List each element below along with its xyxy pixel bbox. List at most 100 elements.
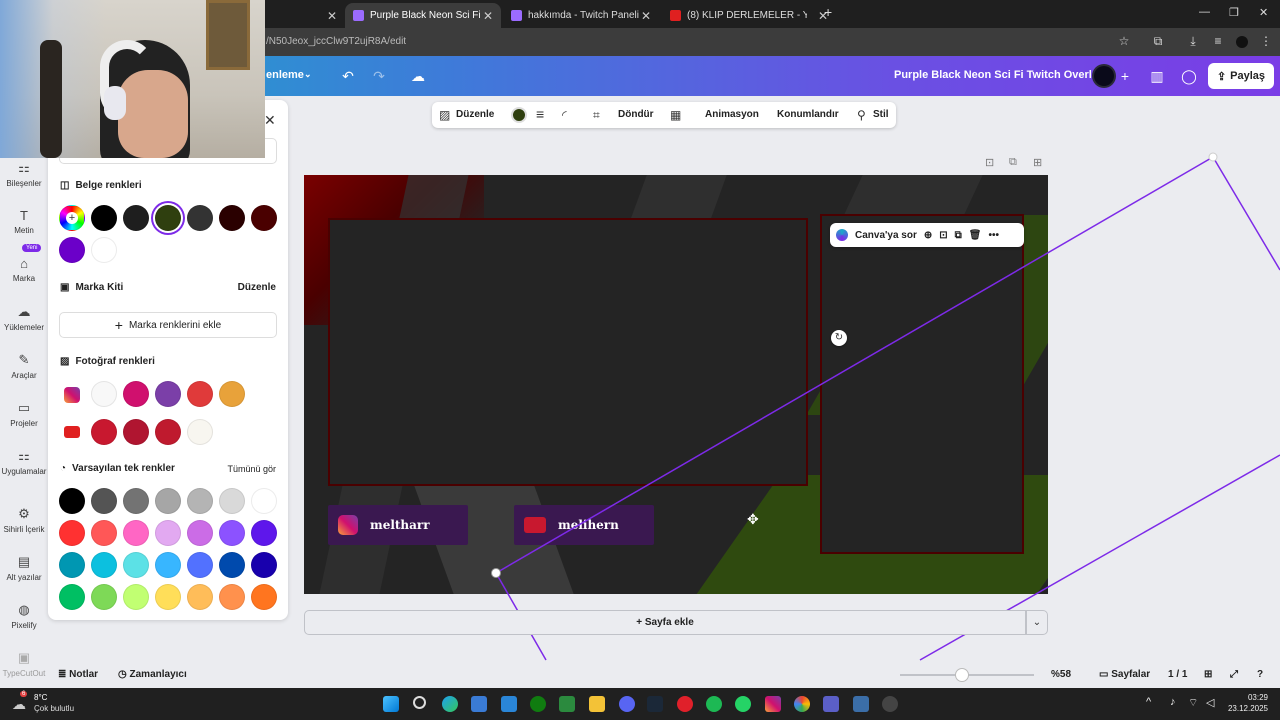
insights-icon[interactable]: ▥ (1148, 67, 1166, 85)
discord-icon[interactable] (619, 696, 635, 712)
rail-pixelify[interactable]: ◍ Pixelify (0, 602, 48, 630)
default-color-swatch[interactable] (59, 488, 85, 514)
add-page-icon[interactable]: ⊞ (1033, 156, 1042, 169)
comment-add-icon[interactable]: ⊕ (924, 230, 932, 241)
chat-frame[interactable] (820, 214, 1024, 554)
xbox-icon[interactable] (530, 696, 546, 712)
clock-date[interactable]: 23.12.2025 (1224, 704, 1268, 713)
new-tab-button[interactable]: + (824, 4, 832, 20)
brand-kit-edit-link[interactable]: Düzenle (238, 282, 276, 293)
photo-color-swatch[interactable] (219, 381, 245, 407)
store-icon[interactable] (471, 696, 487, 712)
file-explorer-icon[interactable] (589, 696, 605, 712)
rail-captions[interactable]: ▤ Alt yazılar (0, 554, 48, 582)
document-color-swatch[interactable] (187, 205, 213, 231)
cloud-save-icon[interactable]: ☁ (409, 67, 427, 85)
profile-icon[interactable] (1234, 34, 1250, 50)
default-color-swatch[interactable] (155, 584, 181, 610)
default-color-swatch[interactable] (219, 584, 245, 610)
default-color-swatch[interactable] (59, 584, 85, 610)
color-picker-button[interactable] (511, 107, 527, 123)
rail-apps[interactable]: ⚏ Uygulamalar (0, 448, 48, 476)
window-close-icon[interactable]: ✕ (1259, 6, 1268, 19)
transparency-icon[interactable]: ▦ (670, 108, 681, 122)
duplicate-page-icon[interactable]: ⧉ (1009, 156, 1017, 169)
edit-button[interactable]: Düzenle (456, 109, 494, 120)
default-color-swatch[interactable] (251, 552, 277, 578)
help-icon[interactable]: ? (1257, 669, 1263, 680)
close-tab-icon[interactable]: ✕ (327, 9, 337, 23)
default-color-swatch[interactable] (155, 552, 181, 578)
close-tab-icon[interactable]: ✕ (641, 9, 651, 23)
zoom-slider-handle[interactable] (954, 668, 969, 682)
add-collaborator-icon[interactable]: + (1116, 67, 1134, 85)
rail-magic[interactable]: ⚙ Sihirli İçerik (0, 506, 48, 534)
add-page-chevron-icon[interactable]: ⌄ (1026, 610, 1048, 635)
steam-icon[interactable] (647, 696, 663, 712)
corner-rounding-icon[interactable]: ◜ (562, 108, 567, 122)
resize-menu-button[interactable]: enleme (266, 69, 304, 81)
mail-icon[interactable] (501, 696, 517, 712)
default-color-swatch[interactable] (91, 488, 117, 514)
add-brand-colors-button[interactable]: + Marka renklerini ekle (59, 312, 277, 338)
minimize-icon[interactable]: — (1199, 6, 1210, 18)
reading-list-icon[interactable]: ≡ (1210, 34, 1226, 50)
photo-color-swatch[interactable] (187, 419, 213, 445)
app-icon[interactable] (853, 696, 869, 712)
default-color-swatch[interactable] (219, 520, 245, 546)
document-color-swatch[interactable] (91, 205, 117, 231)
download-icon[interactable]: ⤓ (1185, 34, 1201, 50)
rail-text[interactable]: T Metin (0, 208, 48, 235)
teams-icon[interactable] (823, 696, 839, 712)
default-color-swatch[interactable] (59, 552, 85, 578)
photo-color-swatch[interactable] (91, 419, 117, 445)
undo-icon[interactable]: ↶ (339, 67, 357, 85)
ask-canva-button[interactable]: Canva'ya sor (855, 230, 917, 241)
default-color-swatch[interactable] (187, 552, 213, 578)
default-color-swatch[interactable] (219, 488, 245, 514)
rail-brand[interactable]: ⌂ Marka (0, 256, 48, 283)
notes-button[interactable]: ≣ Notlar (58, 669, 98, 680)
youtube-badge[interactable]: melihern (514, 505, 654, 545)
comment-icon[interactable]: ◯ (1180, 67, 1198, 85)
default-color-swatch[interactable] (123, 584, 149, 610)
app-icon[interactable] (882, 696, 898, 712)
default-color-swatch[interactable] (91, 584, 117, 610)
position-button[interactable]: Konumlandır (777, 109, 839, 120)
default-color-swatch[interactable] (123, 488, 149, 514)
duplicate-icon[interactable]: ⧉ (955, 230, 962, 241)
restore-icon[interactable]: ❐ (1229, 6, 1239, 19)
instagram-icon[interactable] (765, 696, 781, 712)
lock-page-icon[interactable]: ⊡ (985, 156, 994, 169)
default-color-swatch[interactable] (123, 520, 149, 546)
line-weight-icon[interactable]: ≡ (536, 106, 544, 122)
photo-color-swatch[interactable] (155, 419, 181, 445)
start-icon[interactable] (383, 696, 399, 712)
timer-button[interactable]: ◷ Zamanlayıcı (118, 669, 187, 680)
tab-youtube[interactable]: (8) KLİP DERLEMELER - YouTube ✕ (662, 3, 836, 28)
search-icon[interactable] (413, 696, 426, 709)
more-options-icon[interactable]: ••• (988, 230, 999, 241)
rail-projects[interactable]: ▭ Projeler (0, 400, 48, 428)
chevron-down-icon[interactable]: ⌄ (304, 69, 312, 80)
rail-elements[interactable]: ⚏ Bileşenler (0, 160, 48, 188)
default-color-swatch[interactable] (187, 520, 213, 546)
microphone-icon[interactable]: ♪ (1170, 696, 1176, 708)
rotate-button[interactable]: Döndür (618, 109, 654, 120)
default-color-swatch[interactable] (155, 520, 181, 546)
tab-twitch-panel[interactable]: hakkımda - Twitch Paneli ✕ (503, 3, 659, 28)
document-color-swatch[interactable] (59, 237, 85, 263)
rotate-handle-icon[interactable]: ↻ (831, 330, 847, 346)
rail-typecutout[interactable]: ▣ TypeCutOut (0, 650, 48, 678)
edge-icon[interactable] (442, 696, 458, 712)
default-color-swatch[interactable] (155, 488, 181, 514)
chrome-icon[interactable] (794, 696, 810, 712)
default-color-swatch[interactable] (251, 584, 277, 610)
animate-button[interactable]: Animasyon (705, 109, 759, 120)
close-panel-icon[interactable]: ✕ (264, 112, 276, 129)
add-color-button[interactable]: + (59, 205, 85, 231)
add-page-button[interactable]: + Sayfa ekle (304, 610, 1026, 635)
document-color-swatch[interactable] (251, 205, 277, 231)
fullscreen-icon[interactable]: ⤢ (1230, 669, 1238, 680)
youtube-handle[interactable]: melihern (558, 518, 619, 532)
